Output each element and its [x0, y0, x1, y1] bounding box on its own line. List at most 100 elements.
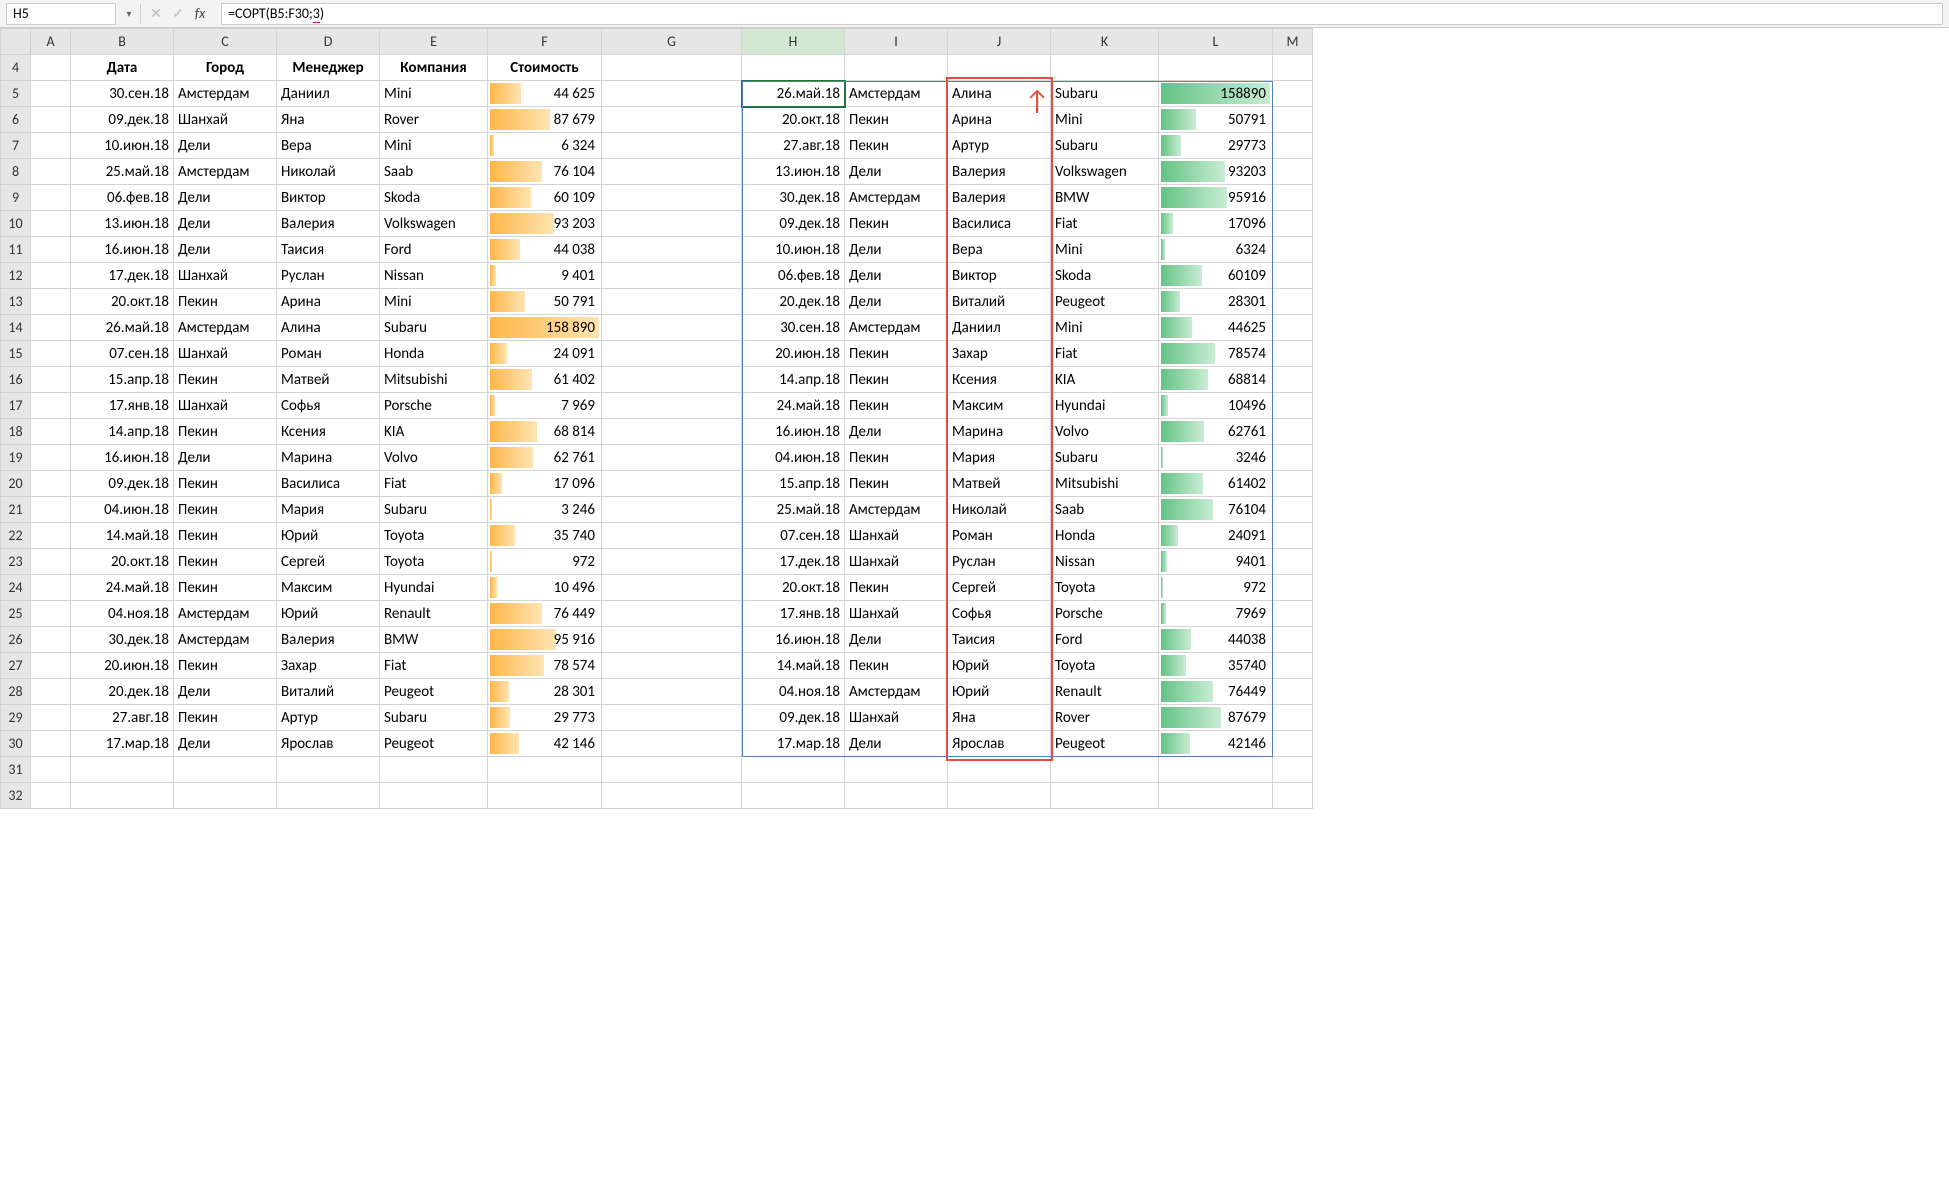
cell[interactable]: 9 401 — [488, 263, 602, 289]
cell[interactable]: 09.дек.18 — [742, 211, 845, 237]
cell[interactable]: 13.июн.18 — [71, 211, 174, 237]
cell[interactable]: Saab — [380, 159, 488, 185]
cell[interactable] — [1273, 601, 1313, 627]
cell[interactable]: Пекин — [174, 419, 277, 445]
cell[interactable]: Subaru — [380, 705, 488, 731]
cell[interactable]: Дели — [174, 133, 277, 159]
cell[interactable]: Амстердам — [174, 315, 277, 341]
cell[interactable]: 87 679 — [488, 107, 602, 133]
cell[interactable] — [1273, 575, 1313, 601]
table-header-cell[interactable]: Дата — [71, 55, 174, 81]
cell[interactable] — [1273, 471, 1313, 497]
cell[interactable] — [602, 133, 742, 159]
cell[interactable] — [31, 185, 71, 211]
cell[interactable] — [602, 523, 742, 549]
cell[interactable]: 10 496 — [488, 575, 602, 601]
cell[interactable]: 20.окт.18 — [742, 575, 845, 601]
cell[interactable]: 62 761 — [488, 445, 602, 471]
cell[interactable]: Шанхай — [174, 107, 277, 133]
column-header-E[interactable]: E — [380, 29, 488, 55]
cell[interactable] — [31, 107, 71, 133]
cell[interactable]: Пекин — [174, 471, 277, 497]
cell[interactable] — [1273, 107, 1313, 133]
cell[interactable]: 17.янв.18 — [742, 601, 845, 627]
cell[interactable]: Яна — [948, 705, 1051, 731]
column-header-A[interactable]: A — [31, 29, 71, 55]
cell[interactable]: Артур — [948, 133, 1051, 159]
column-header-M[interactable]: M — [1273, 29, 1313, 55]
cell[interactable]: Mini — [380, 81, 488, 107]
cell[interactable]: Пекин — [174, 705, 277, 731]
cell[interactable]: 87679 — [1159, 705, 1273, 731]
cell[interactable]: Subaru — [1051, 445, 1159, 471]
table-header-cell[interactable]: Компания — [380, 55, 488, 81]
cell[interactable] — [602, 81, 742, 107]
cell[interactable]: Mini — [380, 133, 488, 159]
cell[interactable]: 07.сен.18 — [71, 341, 174, 367]
name-box[interactable]: H5 — [6, 3, 116, 25]
cell[interactable]: Mitsubishi — [380, 367, 488, 393]
cell[interactable] — [1273, 445, 1313, 471]
cell[interactable]: Амстердам — [845, 497, 948, 523]
cell[interactable] — [1273, 783, 1313, 809]
cell[interactable]: Пекин — [845, 341, 948, 367]
cell[interactable]: Сергей — [277, 549, 380, 575]
cell[interactable] — [1273, 263, 1313, 289]
row-header-12[interactable]: 12 — [1, 263, 31, 289]
cell[interactable]: Виктор — [948, 263, 1051, 289]
column-header-J[interactable]: J — [948, 29, 1051, 55]
cell[interactable]: Роман — [948, 523, 1051, 549]
cell[interactable]: Марина — [277, 445, 380, 471]
cell[interactable] — [31, 211, 71, 237]
cell[interactable] — [1273, 549, 1313, 575]
cell[interactable] — [1051, 55, 1159, 81]
cell[interactable]: Volkswagen — [1051, 159, 1159, 185]
cell[interactable]: 76449 — [1159, 679, 1273, 705]
cell[interactable]: Пекин — [845, 133, 948, 159]
cell[interactable]: 50 791 — [488, 289, 602, 315]
cell[interactable]: Амстердам — [174, 81, 277, 107]
cell[interactable] — [31, 159, 71, 185]
cell[interactable]: 44625 — [1159, 315, 1273, 341]
cell[interactable]: 50791 — [1159, 107, 1273, 133]
cell[interactable]: Даниил — [948, 315, 1051, 341]
cell[interactable]: Дели — [845, 263, 948, 289]
cell[interactable] — [602, 211, 742, 237]
cell[interactable]: Пекин — [174, 575, 277, 601]
cell[interactable]: 17.мар.18 — [71, 731, 174, 757]
cell[interactable]: Ярослав — [277, 731, 380, 757]
cell[interactable]: Пекин — [845, 575, 948, 601]
row-header-4[interactable]: 4 — [1, 55, 31, 81]
cell[interactable]: Максим — [948, 393, 1051, 419]
cell[interactable] — [1273, 497, 1313, 523]
cell[interactable]: Юрий — [277, 523, 380, 549]
cell[interactable]: Амстердам — [174, 601, 277, 627]
cell[interactable]: Porsche — [380, 393, 488, 419]
cell[interactable]: Subaru — [380, 497, 488, 523]
cell[interactable] — [602, 549, 742, 575]
cell[interactable]: Дели — [174, 445, 277, 471]
cell[interactable]: Руслан — [948, 549, 1051, 575]
cell[interactable]: Ford — [380, 237, 488, 263]
row-header-31[interactable]: 31 — [1, 757, 31, 783]
cell[interactable] — [1273, 159, 1313, 185]
cell[interactable]: Mini — [1051, 315, 1159, 341]
cell[interactable] — [1273, 393, 1313, 419]
cell[interactable]: Шанхай — [845, 705, 948, 731]
cell[interactable]: Виктор — [277, 185, 380, 211]
cell[interactable] — [31, 731, 71, 757]
row-header-16[interactable]: 16 — [1, 367, 31, 393]
cell[interactable]: Таисия — [277, 237, 380, 263]
cell[interactable]: 20.июн.18 — [71, 653, 174, 679]
cell[interactable] — [31, 237, 71, 263]
cell[interactable]: Матвей — [277, 367, 380, 393]
cell[interactable]: 24.май.18 — [71, 575, 174, 601]
cell[interactable]: Юрий — [277, 601, 380, 627]
cell[interactable]: 61 402 — [488, 367, 602, 393]
cell[interactable]: 04.ноя.18 — [71, 601, 174, 627]
cell[interactable] — [1273, 731, 1313, 757]
row-header-21[interactable]: 21 — [1, 497, 31, 523]
row-header-8[interactable]: 8 — [1, 159, 31, 185]
cell[interactable]: 30.дек.18 — [742, 185, 845, 211]
cell[interactable]: Пекин — [845, 211, 948, 237]
